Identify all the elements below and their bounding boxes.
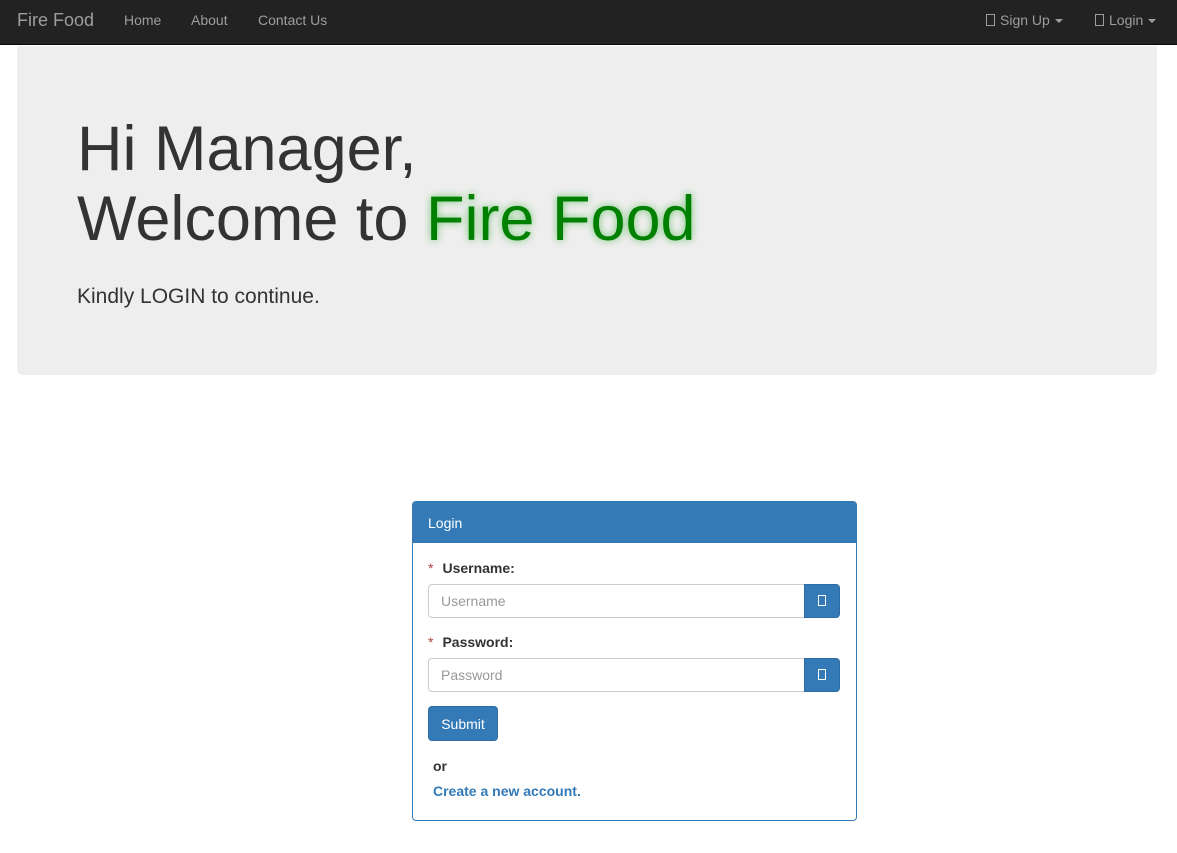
nav-about-link[interactable]: About: [191, 12, 228, 28]
required-marker: *: [428, 560, 434, 576]
brand-link[interactable]: Fire Food: [17, 10, 94, 30]
username-label: * Username:: [428, 560, 515, 576]
login-icon: [1095, 14, 1104, 26]
login-panel: Login *Username: *Password: Submit or Cr…: [412, 501, 857, 821]
welcome-heading: Hi Manager, Welcome to Fire Food: [77, 114, 696, 254]
welcome-prefix: Welcome to: [77, 184, 426, 254]
caret-down-icon: [1054, 19, 1063, 23]
submit-button[interactable]: Submit: [428, 706, 498, 741]
caret-down-icon: [1148, 19, 1157, 23]
password-input[interactable]: [428, 658, 805, 692]
lock-icon: [818, 669, 826, 680]
nav-contact-link[interactable]: Contact Us: [258, 12, 327, 28]
user-icon: [818, 595, 826, 606]
required-marker: *: [428, 634, 434, 650]
username-input[interactable]: [428, 584, 805, 618]
create-account-link[interactable]: Create a new account.: [433, 783, 581, 799]
signup-dropdown[interactable]: Sign Up: [986, 12, 1063, 28]
username-addon: [804, 584, 840, 618]
nav-home-link[interactable]: Home: [124, 12, 161, 28]
top-navbar: Fire Food Home About Contact Us Sign Up …: [0, 0, 1177, 45]
or-separator: or: [433, 758, 447, 774]
welcome-jumbotron: Hi Manager, Welcome to Fire Food Kindly …: [17, 46, 1157, 375]
signup-label: Sign Up: [1000, 12, 1050, 28]
login-label: Login: [1109, 12, 1144, 28]
user-icon: [986, 14, 995, 26]
password-addon: [804, 658, 840, 692]
password-label: * Password:: [428, 634, 514, 650]
greeting-text: Hi Manager,: [77, 114, 417, 184]
login-panel-title: Login: [413, 502, 856, 543]
welcome-brand: Fire Food: [425, 184, 696, 254]
login-prompt: Kindly LOGIN to continue.: [77, 285, 320, 308]
login-dropdown[interactable]: Login: [1095, 12, 1157, 28]
